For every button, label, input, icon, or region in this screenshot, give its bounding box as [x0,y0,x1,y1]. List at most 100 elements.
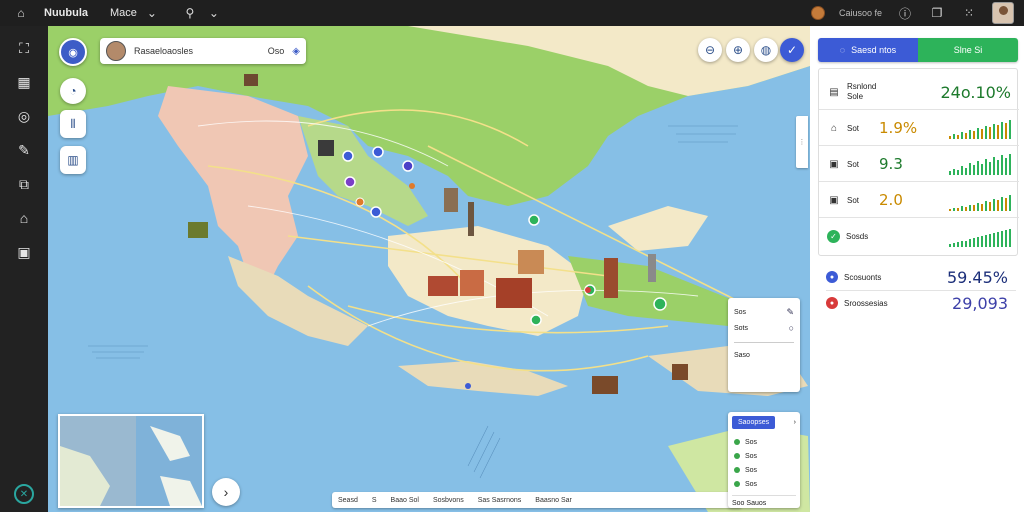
metric-value: 1.9% [879,119,918,137]
user-mini-avatar[interactable] [810,6,825,20]
profile-avatar[interactable] [992,2,1014,24]
sparkline-bar [949,209,951,211]
legend-row[interactable]: Sots ○ [734,320,794,336]
map-tool-3-icon[interactable]: ◍ [754,38,778,62]
sparkline-bar [1005,230,1007,247]
search-avatar [106,41,126,61]
sparkline-bar [973,165,975,175]
peninsula-pink [158,86,308,286]
edit-icon[interactable]: ✎ [786,307,794,318]
sparkline-bar [981,236,983,247]
tab-label: Saesd ntos [851,45,897,55]
sparkline-bar [965,241,967,247]
stat-row[interactable]: ● Sroossesias 29,093 [826,294,1016,313]
summary-subtitle: Sole [847,92,864,101]
sparkline-bar [989,202,991,211]
tab-stats[interactable]: Slne Si [918,38,1018,62]
sparkline-bar [1001,231,1003,247]
check-icon: ✓ [827,229,840,243]
user-icon[interactable]: ⛶ [13,38,35,58]
right-panel: ◌ Saesd ntos Slne Si ▤ Rsnlond Sole 24o.1… [810,26,1024,512]
side-handle[interactable]: ⋮ [796,116,808,168]
circle-icon[interactable]: ○ [789,323,794,333]
columns-button[interactable]: ⫴ [60,110,86,138]
sparkline-bar [961,241,963,247]
stat-label: Sroossesias [844,298,888,308]
filter-item[interactable]: Sos [734,449,796,463]
puzzle-icon[interactable]: ⧉ [13,174,35,194]
sparkline-bar [1005,198,1007,211]
filter-item-label: Sos [745,480,758,488]
sparkline-bar [969,130,971,139]
filter-tab[interactable]: Saoopses [732,416,776,429]
sparkline-bar [957,242,959,247]
divider [819,217,1019,218]
menu-dropdown[interactable]: Mace [110,7,137,19]
strip-item[interactable]: Sosbvons [433,497,464,504]
map-tool-1-icon[interactable]: ⊖ [698,38,722,62]
status-dot-icon [734,439,740,445]
sparkline-bar [1005,158,1007,175]
globe-icon[interactable]: ◎ [13,106,35,126]
layers-icon[interactable]: ❐ [928,4,946,22]
map-tool-2-icon[interactable]: ⊕ [726,38,750,62]
chart-button[interactable]: ▥ [60,146,86,174]
user-label[interactable]: Caiusoo fe [839,8,882,18]
sparkline-bar [985,159,987,175]
edit-icon[interactable]: ✎ [13,140,35,160]
sparkline-bar [1001,122,1003,139]
dashboard-icon[interactable]: ▦ [13,72,35,92]
stat-row[interactable]: ● Scosuonts 59.45% [826,268,1016,287]
org-logo-icon[interactable]: ◉ [59,38,87,66]
legend-row[interactable]: Saso [734,347,794,363]
chevron-right-icon[interactable]: › [794,419,796,426]
tab-overview[interactable]: ◌ Saesd ntos [818,38,918,62]
info-icon[interactable]: ⓘ [896,4,914,22]
metric-row[interactable]: ▣ Sot 2.0 [819,187,1019,213]
strip-item[interactable]: Seasd [338,497,358,504]
info-dot-icon: ● [826,271,838,283]
filter-item-label: Sos [745,438,758,446]
filter-item[interactable]: Sos [734,435,796,449]
layers-toggle-button[interactable]: ◔ [60,78,86,104]
building-icon: ▣ [829,158,839,170]
filter-item[interactable]: Sos [734,463,796,477]
search-suffix: Oso [267,46,285,56]
compass-icon[interactable]: ✕ [14,484,34,504]
sparkline-bar [977,237,979,247]
chevron-down-icon[interactable]: ⌄ [205,4,223,22]
map-canvas[interactable]: ◉ Rasaeloaosles Oso ◈ ◔ ⫴ ▥ ⊖ ⊕ ◍ ✓ ⋮ › … [48,26,810,512]
grid-icon[interactable]: ⁙ [960,4,978,22]
house-icon[interactable]: ⌂ [13,208,35,228]
metric-row[interactable]: ✓ Sosds [819,223,1019,249]
home-icon[interactable]: ⌂ [12,4,30,22]
strip-item[interactable]: Sas Sasrnons [478,497,522,504]
minimap[interactable] [58,414,204,508]
strip-item[interactable]: Baasno Sar [535,497,572,504]
legend-row[interactable]: Sos ✎ [734,304,794,320]
top-bar-right: Caiusoo fe ⓘ ❐ ⁙ [810,0,1014,26]
search-box[interactable]: Rasaeloaosles Oso ◈ [100,38,306,64]
sparkline-bar [953,243,955,247]
search-input[interactable]: Rasaeloaosles [134,46,260,56]
archive-icon[interactable]: ▣ [13,242,35,262]
sparkline-bar [965,133,967,139]
filter-item[interactable]: Sos [734,477,796,491]
strip-item[interactable]: S [372,497,377,504]
sparkline-bar [969,239,971,247]
sparkline-bars [949,225,1011,247]
sparkline-bar [997,125,999,139]
sparkline-bar [997,232,999,247]
sparkline-bar [953,134,955,139]
metric-row[interactable]: ⌂ Sot 1.9% [819,115,1019,141]
tab-label: Slne Si [953,45,983,55]
search-icon[interactable]: ⚲ [181,4,199,22]
metric-label: Sosds [846,231,869,241]
location-icon[interactable]: ◈ [292,46,300,57]
strip-item[interactable]: Baao Sol [391,497,419,504]
filter-footer[interactable]: Soo Sauos [732,495,796,507]
next-arrow-button[interactable]: › [212,478,240,506]
metric-row[interactable]: ▣ Sot 9.3 [819,151,1019,177]
chevron-down-icon[interactable]: ⌄ [143,4,161,22]
map-tool-4-icon[interactable]: ✓ [780,38,804,62]
